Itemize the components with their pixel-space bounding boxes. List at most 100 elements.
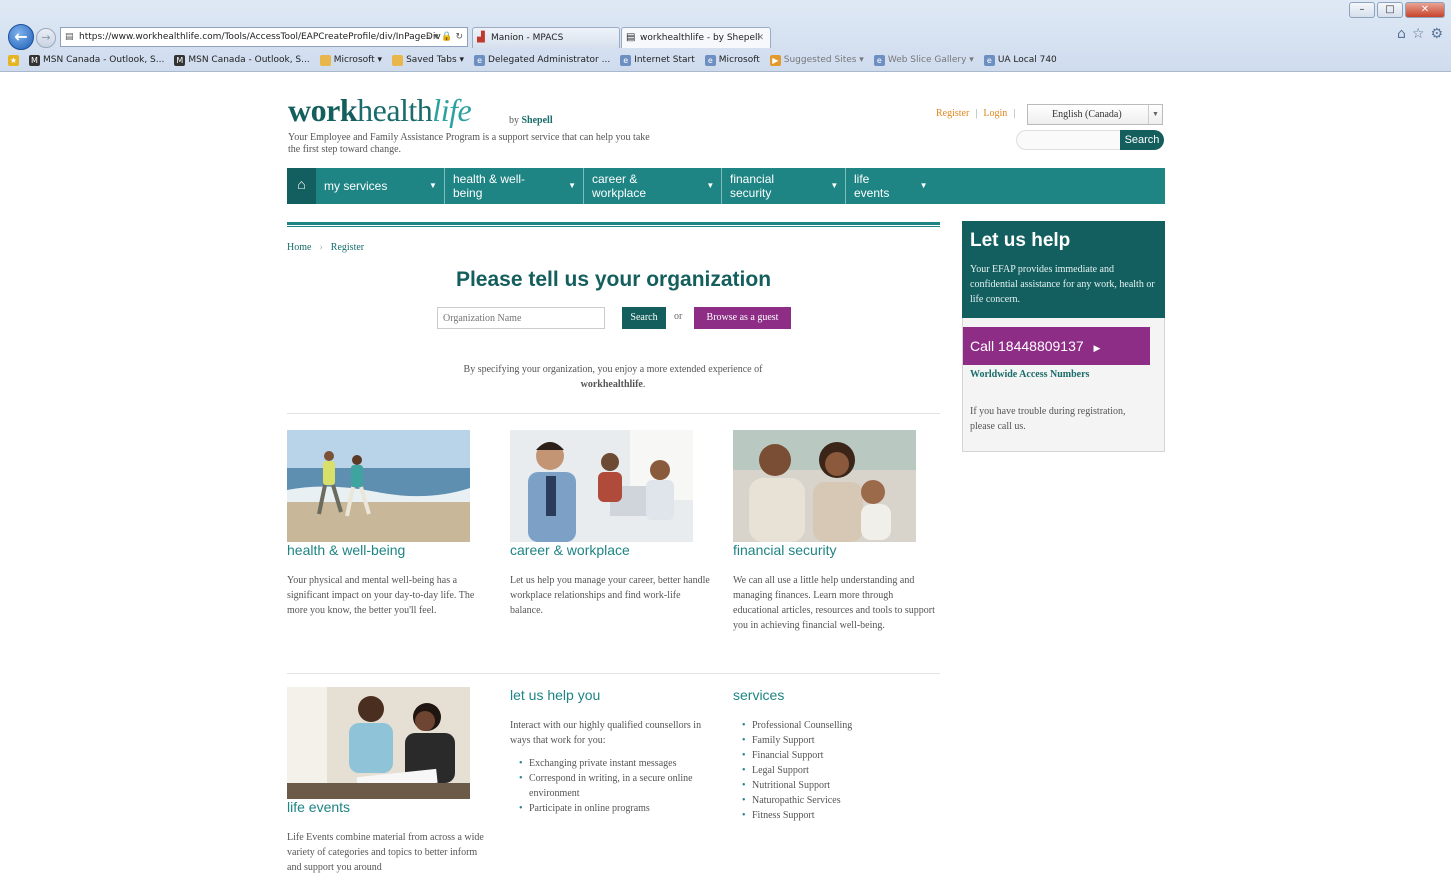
favorites-star-icon[interactable]: ☆ [1412, 26, 1425, 42]
nav-my-services[interactable]: my services ▼ [316, 168, 445, 204]
nav-financial-security[interactable]: financial security ▼ [722, 168, 846, 204]
register-link[interactable]: Register [936, 108, 969, 119]
msn-icon: M [174, 54, 186, 66]
help-sidebar-title: Let us help [970, 230, 1071, 251]
call-button[interactable]: Call 18448809137 ▶ [963, 327, 1150, 365]
family-illustration [733, 430, 916, 542]
ie-page-icon: e [704, 54, 716, 66]
beach-walkers-image[interactable] [287, 430, 470, 542]
card-title-health[interactable]: health & well-being [287, 542, 405, 558]
nav-life-events[interactable]: life events ▼ [846, 168, 934, 204]
home-icon[interactable]: ⌂ [287, 168, 316, 204]
organization-note: By specifying your organization, you enj… [463, 364, 763, 390]
nav-career-workplace[interactable]: career & workplace ▼ [584, 168, 722, 204]
back-arrow-icon[interactable]: ← [8, 24, 34, 50]
list-item: Correspond in writing, in a secure onlin… [517, 771, 707, 801]
logo-byline: by Shepell [509, 115, 553, 126]
breadcrumb: Home › Register [287, 242, 364, 253]
maximize-icon[interactable]: □ [1377, 2, 1403, 18]
office-team-image[interactable] [510, 430, 693, 542]
favorite-folder[interactable]: Microsoft ▾ [319, 54, 382, 66]
call-label: Call 18448809137 [970, 338, 1084, 354]
title-bar: – □ ✕ [0, 0, 1451, 24]
favorite-link[interactable]: e Delegated Administrator ... [474, 54, 610, 66]
help-you-intro: Interact with our highly qualified couns… [510, 720, 702, 746]
gear-icon[interactable]: ⚙ [1430, 26, 1443, 42]
language-select[interactable]: English (Canada) ▼ [1027, 104, 1163, 125]
forward-arrow-icon[interactable]: → [36, 28, 56, 48]
favorite-folder[interactable]: ▶ Suggested Sites ▾ [769, 54, 864, 66]
office-team-illustration [510, 430, 693, 542]
site-search-input[interactable] [1016, 130, 1122, 150]
site-logo[interactable]: workhealthlife [288, 92, 472, 129]
favorites-star-icon[interactable]: ★ [8, 54, 19, 66]
ie-page-icon: e [983, 54, 995, 66]
list-item: Nutritional Support [740, 778, 930, 793]
help-sidebar-description: Your EFAP provides immediate and confide… [970, 264, 1155, 305]
favorite-link[interactable]: e UA Local 740 [983, 54, 1057, 66]
tab-manion[interactable]: ▟ Manion - MPACS [472, 27, 620, 48]
tab-close-icon[interactable]: ✕ [756, 28, 764, 48]
page-title: Please tell us your organization [455, 268, 772, 291]
content-top-rule [287, 222, 940, 227]
favorite-link[interactable]: M MSN Canada - Outlook, S... [174, 54, 310, 66]
organization-search-button[interactable]: Search [622, 307, 666, 329]
ie-page-icon: e [474, 54, 486, 66]
browse-as-guest-button[interactable]: Browse as a guest [694, 307, 791, 329]
card-title-life-events[interactable]: life events [287, 799, 350, 815]
address-bar[interactable]: ▤ https://www.workhealthlife.com/Tools/A… [60, 27, 468, 47]
organization-name-input[interactable] [437, 307, 605, 329]
chevron-down-icon[interactable]: ▼ [913, 168, 934, 204]
close-window-icon[interactable]: ✕ [1405, 2, 1445, 18]
registration-help-note: If you have trouble during registration,… [970, 406, 1126, 432]
favorite-link[interactable]: M MSN Canada - Outlook, S... [29, 54, 164, 66]
login-link[interactable]: Login [983, 108, 1007, 119]
card-title-career[interactable]: career & workplace [510, 542, 630, 558]
tab-workhealthlife[interactable]: ▤ workhealthlife - by Shepell ✕ [621, 27, 771, 48]
address-tools-icon[interactable]: ⌕ ▾ 🔒 ↻ [426, 28, 463, 46]
or-label: or [674, 311, 683, 322]
chevron-down-icon[interactable]: ▼ [422, 168, 444, 204]
card-title-financial[interactable]: financial security [733, 542, 837, 558]
favorite-link[interactable]: e Microsoft [704, 54, 760, 66]
list-item: Professional Counselling [740, 718, 930, 733]
tab-favicon-icon: ▤ [626, 32, 636, 43]
breadcrumb-current[interactable]: Register [331, 242, 364, 253]
site-tagline: Your Employee and Family Assistance Prog… [288, 132, 650, 155]
tab-label: workhealthlife - by Shepell [640, 33, 761, 43]
favorite-folder[interactable]: Saved Tabs ▾ [392, 54, 464, 66]
family-image[interactable] [733, 430, 916, 542]
home-icon[interactable]: ⌂ [1397, 26, 1406, 42]
account-links: Register | Login | [936, 108, 1015, 119]
triangle-right-icon: ▶ [1093, 343, 1101, 353]
link-separator: | [975, 108, 978, 119]
card-text-financial: We can all use a little help understandi… [733, 575, 935, 631]
navigation-row: ← → ▤ https://www.workhealthlife.com/Too… [0, 24, 1451, 50]
worldwide-access-link[interactable]: Worldwide Access Numbers [970, 369, 1089, 380]
chevron-down-icon[interactable]: ▼ [824, 168, 845, 204]
language-value: English (Canada) [1052, 109, 1122, 120]
site-search-button[interactable]: Search [1120, 130, 1164, 150]
ie-page-icon: e [873, 54, 885, 66]
nav-health-well-being[interactable]: health & well-being ▼ [445, 168, 584, 204]
breadcrumb-home[interactable]: Home [287, 242, 311, 253]
list-item: Naturopathic Services [740, 793, 930, 808]
toolbar-icons: ⌂ ☆ ⚙ [1397, 26, 1443, 42]
help-you-list: Exchanging private instant messages Corr… [517, 756, 707, 816]
couple-paperwork-image[interactable] [287, 687, 470, 799]
chevron-down-icon[interactable]: ▼ [700, 168, 721, 204]
list-item: Exchanging private instant messages [517, 756, 707, 771]
page-icon: ▤ [65, 32, 74, 42]
folder-icon [319, 54, 331, 66]
favorite-link[interactable]: e Internet Start [620, 54, 695, 66]
list-item: Fitness Support [740, 808, 930, 823]
minimize-icon[interactable]: – [1349, 2, 1375, 18]
chevron-down-icon[interactable]: ▼ [561, 168, 583, 204]
services-list: Professional Counselling Family Support … [740, 718, 930, 823]
tab-favicon-icon: ▟ [477, 32, 485, 43]
msn-icon: M [29, 54, 40, 66]
favorite-folder[interactable]: e Web Slice Gallery ▾ [873, 54, 974, 66]
breadcrumb-separator: › [319, 242, 323, 253]
list-item: Family Support [740, 733, 930, 748]
help-you-title: let us help you [510, 687, 601, 703]
